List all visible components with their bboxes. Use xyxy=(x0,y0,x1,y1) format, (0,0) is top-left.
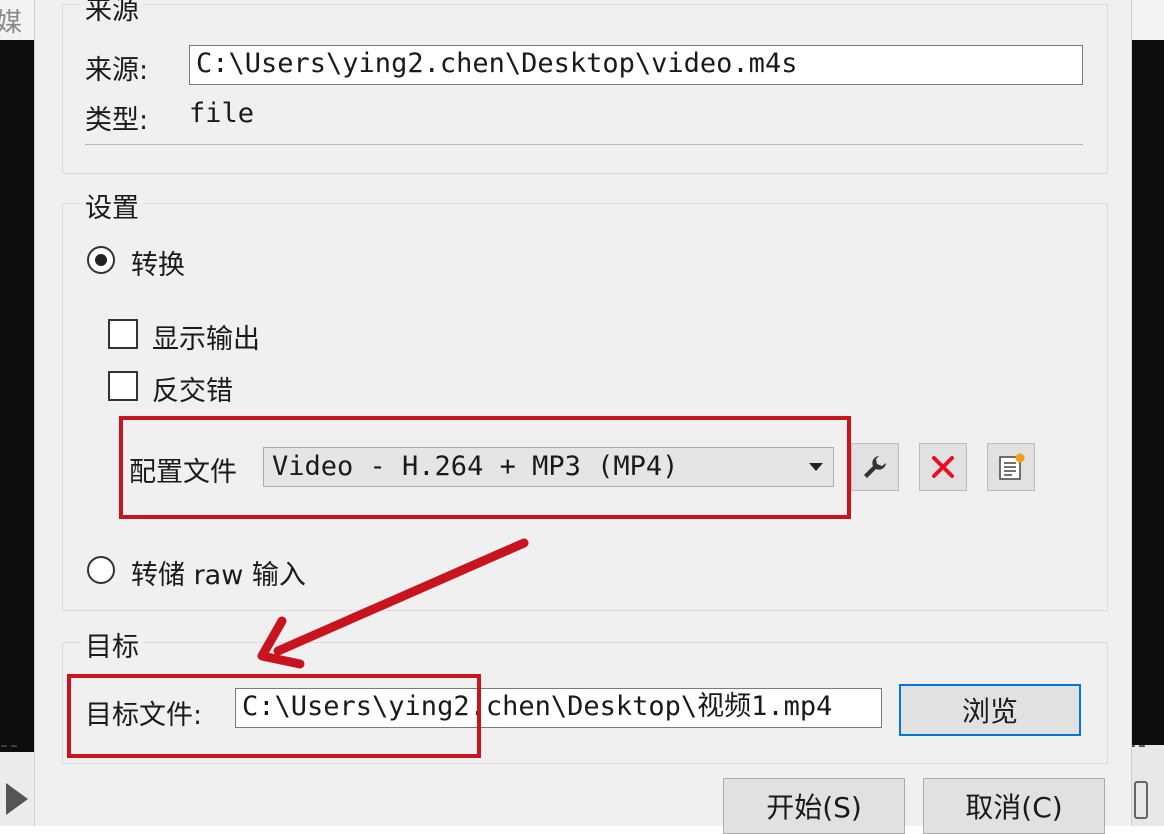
annotation-arrow xyxy=(257,538,529,669)
